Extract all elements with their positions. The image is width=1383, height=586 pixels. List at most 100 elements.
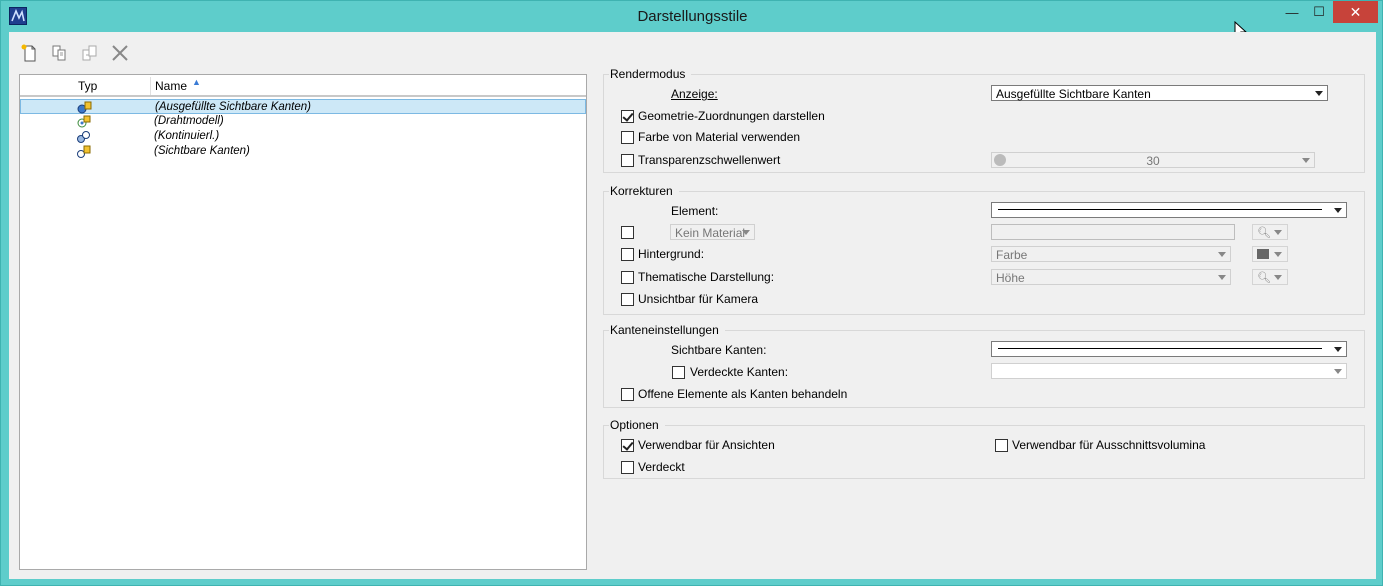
transparenz-label: Transparenzschwellenwert [638,153,781,167]
kanteneinstellungen-group: Kanteneinstellungen Sichtbare Kanten: Ve… [603,323,1365,408]
material-textbox[interactable] [991,224,1235,240]
toolbar [17,40,133,66]
farbe-material-checkbox[interactable] [621,131,634,144]
material-dropdown[interactable]: Kein Material [670,224,755,240]
sichtbare-kanten-dropdown[interactable] [991,341,1347,357]
material-value: Kein Material [675,226,746,240]
material-checkbox[interactable] [621,226,634,239]
optionen-title: Optionen [609,418,665,432]
hintergrund-checkbox[interactable] [621,248,634,261]
list-rows: (Ausgefüllte Sichtbare Kanten) (Drahtmod… [20,99,586,159]
anzeige-dropdown[interactable]: Ausgefüllte Sichtbare Kanten [991,85,1328,101]
geometrie-checkbox[interactable] [621,110,634,123]
hintergrund-value: Farbe [996,248,1028,262]
line-style-preview [998,348,1322,349]
window-title: Darstellungsstile [637,8,748,25]
style-name: (Drahtmodell) [154,115,224,127]
dialog-client-area: Typ Name ▲ (Ausgefüllte Sichtbare Kanten… [9,32,1376,579]
chevron-down-icon [1315,91,1323,96]
ansichten-label: Verwendbar für Ansichten [638,438,775,452]
darstellungsstile-window: Darstellungsstile — ☐ ✕ Typ Name ▲ (Ausg… [0,0,1383,586]
verdeckte-kanten-label: Verdeckte Kanten: [690,365,789,379]
delete-icon [112,45,128,61]
thematisch-dropdown[interactable]: Höhe [991,269,1231,285]
chevron-down-icon [1274,230,1282,235]
transparenz-slider[interactable]: 30 [991,152,1315,168]
list-item[interactable]: (Drahtmodell) [20,114,586,129]
ausschnitt-label: Verwendbar für Ausschnittsvolumina [1012,438,1206,452]
thematisch-search-button[interactable]: 🔍︎ [1252,269,1288,285]
korrekturen-group: Korrekturen Element: Kein Material 🔍︎ Hi… [603,184,1365,315]
copy-icon [52,45,66,61]
column-header-typ[interactable]: Typ [78,79,97,93]
unsichtbar-checkbox[interactable] [621,293,634,306]
list-item[interactable]: (Sichtbare Kanten) [20,144,586,159]
copy-style-button[interactable] [47,40,73,66]
transparenz-checkbox[interactable] [621,154,634,167]
line-style-preview [998,209,1322,210]
maximize-button[interactable]: ☐ [1305,1,1333,23]
anzeige-label: Anzeige: [671,87,718,101]
list-item[interactable]: (Kontinuierl.) [20,129,586,144]
new-style-button[interactable] [17,40,43,66]
import-icon [82,45,97,61]
delete-style-button[interactable] [107,40,133,66]
chevron-down-icon [1218,275,1226,280]
close-button[interactable]: ✕ [1333,1,1378,23]
filled-visible-edges-icon [77,101,92,114]
thematisch-checkbox[interactable] [621,271,634,284]
column-header-name[interactable]: Name [155,79,187,93]
color-swatch-icon [1257,249,1269,259]
transparenz-value: 30 [1146,154,1160,168]
style-name: (Kontinuierl.) [154,130,220,142]
farbe-material-label: Farbe von Material verwenden [638,130,801,144]
smooth-icon [77,131,90,143]
magnifier-icon: 🔍︎ [1257,227,1271,239]
chevron-down-icon [1218,252,1226,257]
new-style-icon [21,44,36,62]
visible-edges-icon [77,145,91,158]
magnifier-icon: 🔍︎ [1257,272,1271,284]
chevron-down-icon [742,230,750,235]
chevron-down-icon [1274,252,1282,257]
unsichtbar-label: Unsichtbar für Kamera [638,292,759,306]
optionen-group: Optionen Verwendbar für Ansichten Verwen… [603,418,1365,479]
sort-ascending-icon: ▲ [192,77,201,87]
chevron-down-icon [1334,208,1342,213]
verdeckte-kanten-dropdown[interactable] [991,363,1347,379]
verdeckt-label: Verdeckt [638,460,685,474]
material-search-button[interactable]: 🔍︎ [1252,224,1288,240]
chevron-down-icon [1334,347,1342,352]
list-header: Typ Name ▲ [20,75,586,97]
hintergrund-dropdown[interactable]: Farbe [991,246,1231,262]
ansichten-checkbox[interactable] [621,439,634,452]
geometrie-label: Geometrie-Zuordnungen darstellen [638,109,825,123]
anzeige-value: Ausgefüllte Sichtbare Kanten [996,87,1151,101]
chevron-down-icon [1334,369,1342,374]
title-bar[interactable]: Darstellungsstile — ☐ ✕ [1,1,1383,31]
hintergrund-color-button[interactable] [1252,246,1288,262]
offene-elemente-label: Offene Elemente als Kanten behandeln [638,387,848,401]
thematisch-label: Thematische Darstellung: [638,270,775,284]
chevron-down-icon [1302,158,1310,163]
offene-elemente-checkbox[interactable] [621,388,634,401]
minimize-button[interactable]: — [1278,1,1306,23]
korrekturen-title: Korrekturen [609,184,679,198]
style-name: (Ausgefüllte Sichtbare Kanten) [155,101,311,113]
element-linestyle-dropdown[interactable] [991,202,1347,218]
style-list[interactable]: Typ Name ▲ (Ausgefüllte Sichtbare Kanten… [19,74,587,570]
wireframe-icon [77,115,91,128]
import-style-button[interactable] [77,40,103,66]
element-label: Element: [671,204,719,218]
rendermodus-group: Rendermodus Anzeige: Ausgefüllte Sichtba… [603,67,1365,173]
verdeckte-kanten-checkbox[interactable] [672,366,685,379]
ausschnitt-checkbox[interactable] [995,439,1008,452]
kanteneinstellungen-title: Kanteneinstellungen [609,323,725,337]
list-item[interactable]: (Ausgefüllte Sichtbare Kanten) [20,99,586,114]
rendermodus-title: Rendermodus [609,67,692,81]
verdeckt-checkbox[interactable] [621,461,634,474]
hintergrund-label: Hintergrund: [638,247,705,261]
thematisch-value: Höhe [996,271,1025,285]
column-separator [150,77,151,95]
chevron-down-icon [1274,275,1282,280]
